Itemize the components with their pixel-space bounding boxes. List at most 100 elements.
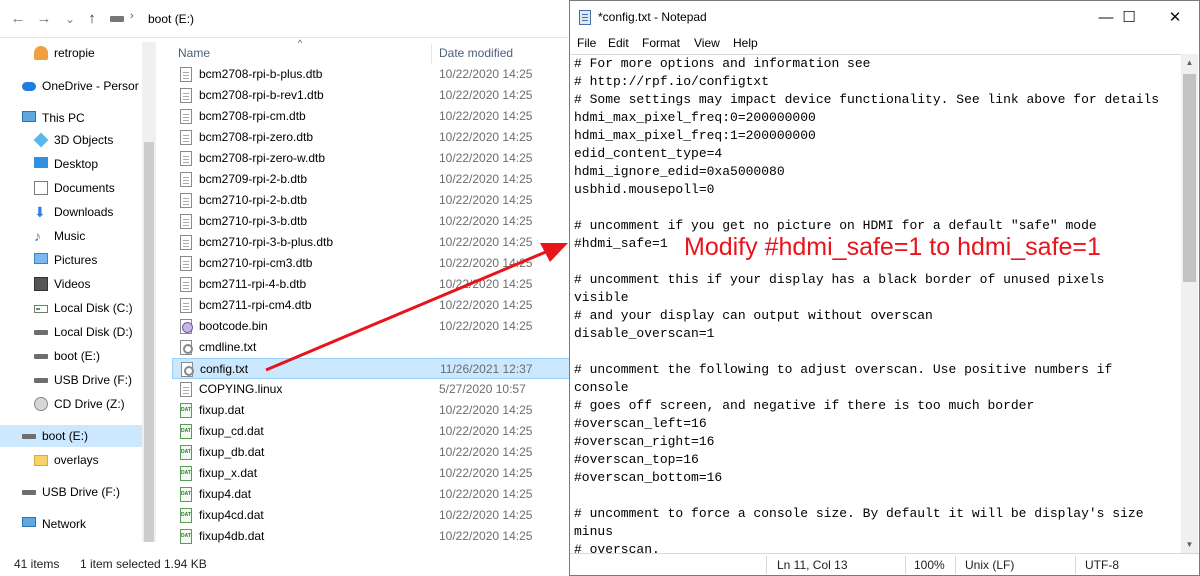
column-header-date-modified[interactable]: Date modified [439,46,513,60]
file-row[interactable]: cmdline.txt [172,337,570,358]
file-row[interactable]: bcm2710-rpi-3-b-plus.dtb 10/22/2020 14:25 [172,232,570,253]
file-row[interactable]: bcm2708-rpi-zero.dtb 10/22/2020 14:25 [172,127,570,148]
notepad-title-bar[interactable]: *config.txt - Notepad — ☐ ✕ [570,1,1199,34]
editor-scrollbar-thumb[interactable] [1183,74,1196,282]
config-file-icon [180,340,193,355]
status-divider [955,556,956,574]
file-name: bcm2709-rpi-2-b.dtb [199,172,308,186]
nav-item-this-pc[interactable]: This PC [0,107,142,129]
nav-item-music[interactable]: ♪ Music [0,225,142,247]
nav-item-downloads[interactable]: ⬇ Downloads [0,201,142,223]
scroll-down-arrow-icon[interactable]: ▼ [1181,536,1198,553]
nav-item-local-disk-d[interactable]: Local Disk (D:) [0,321,142,343]
nav-item-usb-drive-f[interactable]: USB Drive (F:) [0,481,142,503]
editor-line: disable_overscan=1 [574,326,715,341]
nav-item-pictures[interactable]: Pictures [0,249,142,271]
music-note-icon: ♪ [34,228,41,244]
forward-arrow-icon[interactable]: → [34,8,54,30]
file-row[interactable]: fixup4.dat 10/22/2020 14:25 [172,484,570,505]
file-row[interactable]: fixup.dat 10/22/2020 14:25 [172,400,570,421]
editor-line: # uncomment this if your display has a b… [574,272,1105,287]
notepad-status-bar: Ln 11, Col 13 100% Unix (LF) UTF-8 [570,553,1199,575]
file-row[interactable]: config.txt 11/26/2021 12:37 [172,358,570,379]
nav-item-boot-e[interactable]: boot (E:) [0,425,142,447]
column-header-name[interactable]: Name [178,46,210,60]
nav-item-network[interactable]: Network [0,513,142,535]
file-date-modified: 10/22/2020 14:25 [439,109,533,123]
menu-help[interactable]: Help [733,36,758,50]
file-row[interactable]: bcm2708-rpi-cm.dtb 10/22/2020 14:25 [172,106,570,127]
file-name: cmdline.txt [199,340,257,354]
breadcrumb-location[interactable]: boot (E:) [148,12,194,26]
editor-line: #overscan_bottom=16 [574,470,723,485]
file-date-modified: 10/22/2020 14:25 [439,298,533,312]
file-row[interactable]: bootcode.bin 10/22/2020 14:25 [172,316,570,337]
nav-item-usb-drive-f[interactable]: USB Drive (F:) [0,369,142,391]
nav-item-label: CD Drive (Z:) [54,397,125,411]
scroll-up-arrow-icon[interactable]: ▲ [1181,54,1198,71]
file-name: bcm2708-rpi-b-rev1.dtb [199,88,324,102]
file-date-modified: 10/22/2020 14:25 [439,403,533,417]
file-row[interactable]: COPYING.linux 5/27/2020 10:57 [172,379,570,400]
file-row[interactable]: bcm2711-rpi-cm4.dtb 10/22/2020 14:25 [172,295,570,316]
dat-file-icon [180,529,192,544]
file-row[interactable]: bcm2708-rpi-zero-w.dtb 10/22/2020 14:25 [172,148,570,169]
nav-item-3d-objects[interactable]: 3D Objects [0,129,142,151]
menu-edit[interactable]: Edit [608,36,629,50]
nav-item-overlays[interactable]: overlays [0,449,142,471]
nav-item-onedrive-persor[interactable]: OneDrive - Persor [0,75,142,97]
editor-vertical-scrollbar[interactable]: ▲ ▼ [1181,54,1198,553]
file-name: fixup_cd.dat [199,424,264,438]
file-row[interactable]: fixup4db.dat 10/22/2020 14:25 [172,526,570,547]
document-icon [180,88,192,103]
file-row[interactable]: fixup_db.dat 10/22/2020 14:25 [172,442,570,463]
document-icon [180,277,192,292]
dat-file-icon [180,403,192,418]
file-row[interactable]: bcm2711-rpi-4-b.dtb 10/22/2020 14:25 [172,274,570,295]
file-row[interactable]: bcm2708-rpi-b-plus.dtb 10/22/2020 14:25 [172,64,570,85]
file-row[interactable]: fixup4cd.dat 10/22/2020 14:25 [172,505,570,526]
file-row[interactable]: fixup_x.dat 10/22/2020 14:25 [172,463,570,484]
nav-item-desktop[interactable]: Desktop [0,153,142,175]
recent-locations-chevron-icon[interactable]: ⌄ [60,8,80,30]
close-button[interactable]: ✕ [1152,1,1198,34]
back-arrow-icon[interactable]: ← [8,8,28,30]
file-name: fixup_x.dat [199,466,258,480]
file-row[interactable]: bcm2708-rpi-b-rev1.dtb 10/22/2020 14:25 [172,85,570,106]
text-editor[interactable]: # For more options and information see # … [570,54,1181,553]
file-row[interactable]: fixup_cd.dat 10/22/2020 14:25 [172,421,570,442]
download-arrow-icon: ⬇ [34,204,46,220]
documents-icon [34,181,48,195]
status-divider [905,556,906,574]
notepad-app-icon[interactable] [579,10,591,25]
menu-file[interactable]: File [577,36,596,50]
menu-format[interactable]: Format [642,36,680,50]
file-date-modified: 10/22/2020 14:25 [439,214,533,228]
file-date-modified: 10/22/2020 14:25 [439,172,533,186]
menu-view[interactable]: View [694,36,720,50]
navigation-pane-scrollbar[interactable] [142,42,156,542]
file-name: bcm2711-rpi-4-b.dtb [199,277,307,291]
editor-line: # and your display can output without ov… [574,308,933,323]
nav-item-retropie[interactable]: retropie [0,42,142,64]
maximize-button[interactable]: ☐ [1106,1,1152,34]
nav-item-cd-drive-z[interactable]: CD Drive (Z:) [0,393,142,415]
config-file-icon [181,362,194,377]
file-row[interactable]: bcm2710-rpi-3-b.dtb 10/22/2020 14:25 [172,211,570,232]
up-arrow-icon[interactable]: ↑ [82,8,102,30]
editor-line: # Some settings may impact device functi… [574,92,1160,107]
file-name: fixup4db.dat [199,529,265,543]
column-divider[interactable] [431,44,432,64]
nav-item-local-disk-c[interactable]: Local Disk (C:) [0,297,142,319]
document-icon [180,151,192,166]
nav-item-videos[interactable]: Videos [0,273,142,295]
nav-item-boot-e[interactable]: boot (E:) [0,345,142,367]
navigation-pane-scrollbar-thumb[interactable] [144,142,154,542]
file-row[interactable]: bcm2710-rpi-2-b.dtb 10/22/2020 14:25 [172,190,570,211]
file-row[interactable]: bcm2709-rpi-2-b.dtb 10/22/2020 14:25 [172,169,570,190]
file-row[interactable]: bcm2710-rpi-cm3.dtb 10/22/2020 14:25 [172,253,570,274]
file-date-modified: 10/22/2020 14:25 [439,277,533,291]
folder-icon [34,455,48,466]
nav-item-documents[interactable]: Documents [0,177,142,199]
address-field[interactable]: › boot (E:) [106,8,576,32]
